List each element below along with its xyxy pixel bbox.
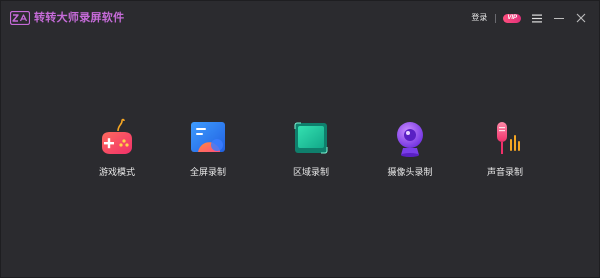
- title-bar: 转转大师录屏软件 登录 VIP: [1, 1, 599, 35]
- feature-fullscreen-record[interactable]: 全屏录制: [168, 117, 248, 179]
- app-logo-icon: [9, 10, 31, 26]
- login-link[interactable]: 登录: [471, 10, 487, 26]
- gamepad-icon: [95, 117, 139, 161]
- title-bar-actions: 登录 VIP: [471, 10, 587, 26]
- feature-region-record[interactable]: 区域录制: [271, 117, 351, 179]
- divider: [495, 13, 497, 23]
- vip-badge[interactable]: VIP: [503, 13, 521, 23]
- fullscreen-icon: [186, 117, 230, 161]
- feature-audio-record[interactable]: 声音录制: [465, 117, 545, 179]
- feature-label: 区域录制: [292, 167, 329, 177]
- close-icon[interactable]: [575, 12, 587, 24]
- app-title: 转转大师录屏软件: [34, 12, 125, 24]
- feature-label: 摄像头录制: [387, 167, 433, 177]
- microphone-icon: [483, 117, 527, 161]
- app-window: 转转大师录屏软件 登录 VIP 游戏模式 全屏录制 区域录制 摄像头录制 声音录…: [0, 0, 600, 278]
- menu-icon[interactable]: [531, 12, 543, 24]
- feature-game-mode[interactable]: 游戏模式: [77, 117, 157, 179]
- webcam-icon: [388, 117, 432, 161]
- minimize-icon[interactable]: [553, 12, 565, 24]
- region-icon: [289, 117, 333, 161]
- feature-webcam-record[interactable]: 摄像头录制: [370, 117, 450, 179]
- feature-label: 游戏模式: [98, 167, 135, 177]
- feature-label: 全屏录制: [189, 167, 226, 177]
- feature-label: 声音录制: [486, 167, 523, 177]
